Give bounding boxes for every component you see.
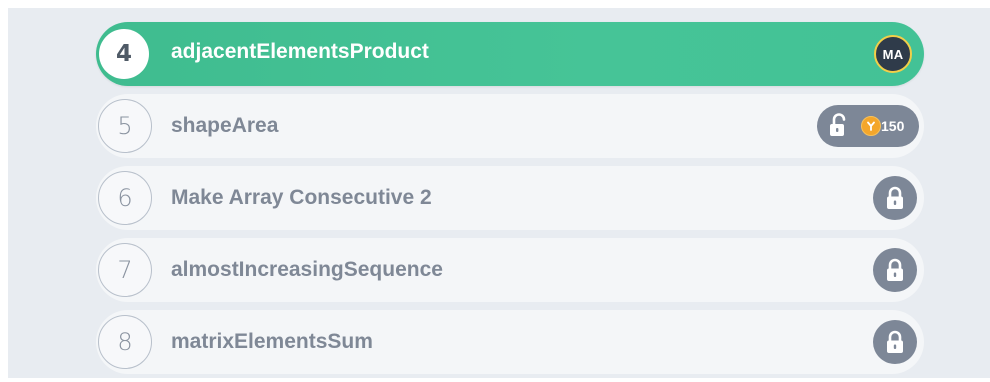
task-title: adjacentElementsProduct — [171, 40, 429, 63]
task-number-badge: 4 — [99, 29, 149, 79]
task-title: almostIncreasingSequence — [171, 258, 443, 281]
task-list-panel: 4 adjacentElementsProduct MA 5 shapeArea — [8, 8, 990, 378]
task-number-badge: 8 — [98, 315, 152, 369]
task-list: 4 adjacentElementsProduct MA 5 shapeArea — [96, 22, 924, 382]
task-title: shapeArea — [171, 114, 279, 137]
task-number-badge: 6 — [98, 171, 152, 225]
task-title: Make Array Consecutive 2 — [171, 186, 432, 209]
task-row-shape-area[interactable]: 5 shapeArea 150 — [96, 94, 924, 158]
unlock-cost: 150 — [881, 118, 905, 134]
unlocked-padlock-icon — [828, 113, 850, 137]
task-row-make-array-consecutive-2[interactable]: 6 Make Array Consecutive 2 — [96, 166, 924, 230]
padlock-icon — [873, 248, 917, 292]
task-title: matrixElementsSum — [171, 330, 373, 353]
task-number-badge: 7 — [98, 243, 152, 297]
task-row-matrix-elements-sum[interactable]: 8 matrixElementsSum — [96, 310, 924, 374]
task-row-adjacent-elements-product[interactable]: 4 adjacentElementsProduct MA — [96, 22, 924, 86]
user-avatar[interactable]: MA — [874, 35, 912, 73]
coin-icon — [861, 116, 881, 136]
padlock-icon — [873, 320, 917, 364]
task-row-almost-increasing-sequence[interactable]: 7 almostIncreasingSequence — [96, 238, 924, 302]
task-number-badge: 5 — [98, 99, 152, 153]
padlock-icon — [873, 176, 917, 220]
unlock-task-button[interactable]: 150 — [817, 105, 919, 147]
